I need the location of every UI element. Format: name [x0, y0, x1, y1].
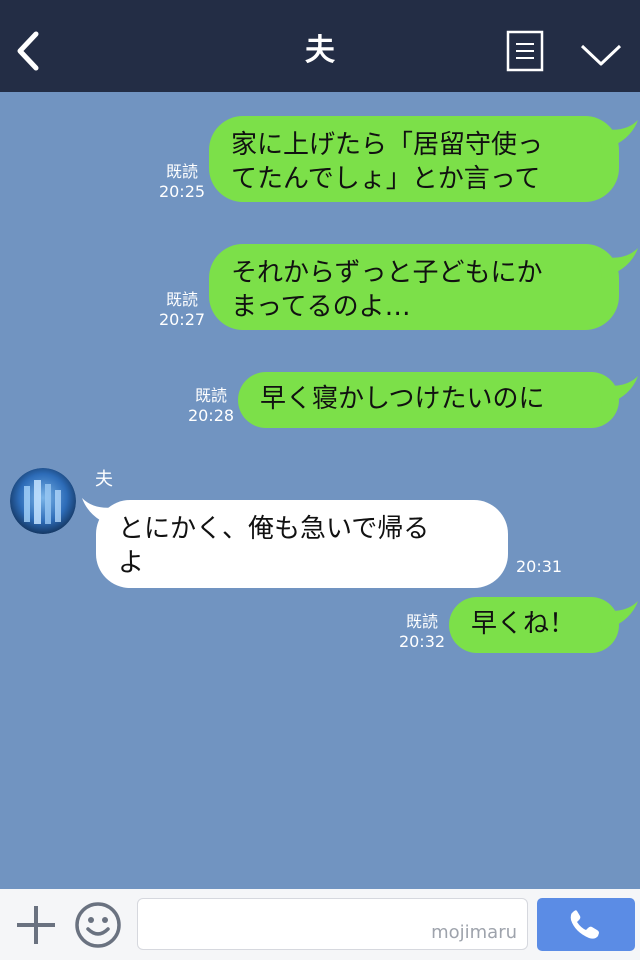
message-time: 20:31	[516, 557, 563, 576]
bubble-tail	[598, 248, 638, 278]
menu-button[interactable]	[505, 30, 545, 74]
avatar[interactable]	[10, 468, 76, 534]
message-time: 20:25	[158, 182, 206, 201]
read-receipt: 既読	[165, 162, 198, 181]
message-text: それからずっと子どもにか まってるのよ…	[231, 258, 543, 322]
plus-icon	[17, 906, 55, 944]
message-meta: 既読 20:32	[398, 612, 446, 652]
message-bubble-outgoing[interactable]: 家に上げたら「居留守使っ てたんでしょ」とか言って	[209, 116, 619, 202]
chat-header: 夫	[0, 0, 640, 92]
input-bar: mojimaru	[0, 889, 640, 960]
expand-button[interactable]	[578, 38, 624, 70]
chat-title: 夫	[305, 33, 335, 68]
message-bubble-incoming[interactable]: とにかく、俺も急いで帰る よ	[96, 500, 508, 588]
call-button[interactable]	[537, 898, 635, 951]
bubble-tail	[598, 376, 638, 406]
message-meta: 既読 20:28	[187, 386, 235, 426]
bubble-tail	[598, 120, 638, 150]
avatar-image	[10, 468, 76, 534]
message-time: 20:28	[187, 406, 235, 425]
message-bubble-outgoing[interactable]: 早くね！	[449, 597, 619, 653]
emoji-button[interactable]	[74, 901, 122, 949]
bubble-tail	[598, 601, 638, 631]
phone-icon	[570, 910, 599, 939]
message-text: 早く寝かしつけたいのに	[260, 384, 545, 414]
sender-name: 夫	[95, 469, 113, 490]
chat-area[interactable]: 既読 20:25 家に上げたら「居留守使っ てたんでしょ」とか言って 既読 20…	[0, 92, 640, 889]
read-receipt: 既読	[165, 290, 198, 309]
message-time: 20:27	[158, 310, 206, 329]
message-text: 早くね！	[471, 609, 576, 639]
emoji-icon	[75, 902, 121, 948]
add-attachment-button[interactable]	[14, 903, 58, 947]
message-input[interactable]: mojimaru	[137, 898, 528, 950]
message-meta: 既読 20:25	[158, 162, 206, 202]
read-receipt: 既読	[194, 386, 227, 405]
chevron-down-icon	[580, 44, 622, 66]
message-bubble-outgoing[interactable]: 早く寝かしつけたいのに	[238, 372, 619, 428]
menu-list-icon	[506, 30, 544, 72]
message-text: とにかく、俺も急いで帰る よ	[118, 514, 430, 578]
message-meta: 既読 20:27	[158, 290, 206, 330]
watermark: mojimaru	[431, 922, 517, 943]
message-bubble-outgoing[interactable]: それからずっと子どもにか まってるのよ…	[209, 244, 619, 330]
message-text: 家に上げたら「居留守使っ てたんでしょ」とか言って	[231, 130, 544, 194]
read-receipt: 既読	[405, 612, 438, 631]
message-time: 20:32	[398, 632, 446, 651]
